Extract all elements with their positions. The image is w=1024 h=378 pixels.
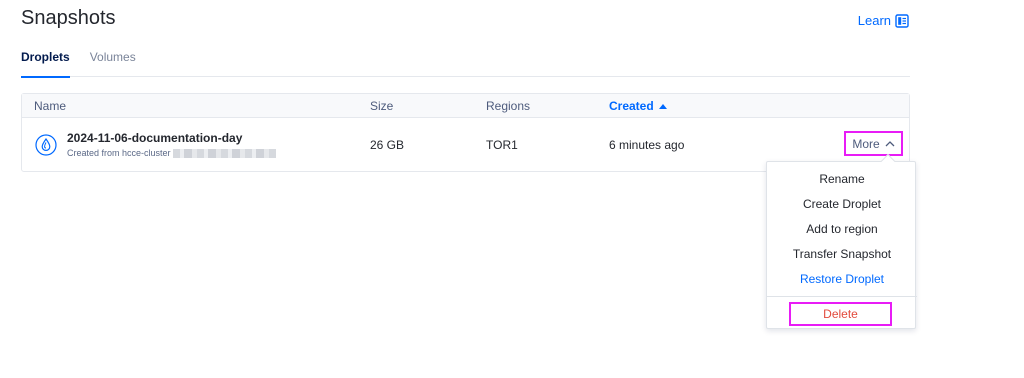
more-label: More	[852, 136, 880, 151]
snapshot-region: TOR1	[486, 138, 518, 152]
snapshot-created: 6 minutes ago	[609, 138, 685, 152]
menu-divider	[767, 296, 917, 297]
book-icon	[895, 13, 909, 28]
menu-item-create-droplet[interactable]: Create Droplet	[767, 197, 917, 211]
snapshot-size: 26 GB	[370, 138, 405, 152]
droplet-icon	[35, 134, 57, 156]
menu-item-restore-droplet[interactable]: Restore Droplet	[767, 272, 917, 286]
snapshot-name-cell: 2024-11-06-documentation-day Created fro…	[67, 131, 276, 158]
column-header-created[interactable]: Created	[609, 99, 667, 113]
learn-link[interactable]: Learn	[858, 13, 909, 28]
column-header-size: Size	[370, 99, 394, 113]
tab-volumes[interactable]: Volumes	[90, 49, 136, 77]
column-header-created-label: Created	[609, 99, 654, 113]
caret-up-icon	[658, 104, 667, 109]
tab-droplets[interactable]: Droplets	[21, 49, 70, 78]
snapshot-source: Created from hcce-cluster	[67, 148, 276, 158]
snapshot-name: 2024-11-06-documentation-day	[67, 131, 243, 145]
menu-item-delete[interactable]: Delete	[789, 302, 892, 326]
more-button[interactable]: More	[844, 131, 903, 156]
column-header-name: Name	[34, 99, 67, 113]
menu-item-transfer-snapshot[interactable]: Transfer Snapshot	[767, 247, 917, 261]
table-header: Name Size Regions Created	[22, 94, 909, 118]
snapshot-source-label: Created from hcce-cluster	[67, 148, 171, 158]
page-title: Snapshots	[21, 7, 116, 29]
column-header-regions: Regions	[486, 99, 531, 113]
learn-label: Learn	[857, 13, 891, 28]
menu-item-rename[interactable]: Rename	[767, 172, 917, 186]
redacted-text	[172, 148, 276, 158]
tab-bar: Droplets Volumes	[21, 49, 910, 78]
more-dropdown-menu: Rename Create Droplet Add to region Tran…	[766, 153, 917, 329]
chevron-up-icon	[885, 141, 895, 147]
menu-item-add-to-region[interactable]: Add to region	[767, 222, 917, 236]
